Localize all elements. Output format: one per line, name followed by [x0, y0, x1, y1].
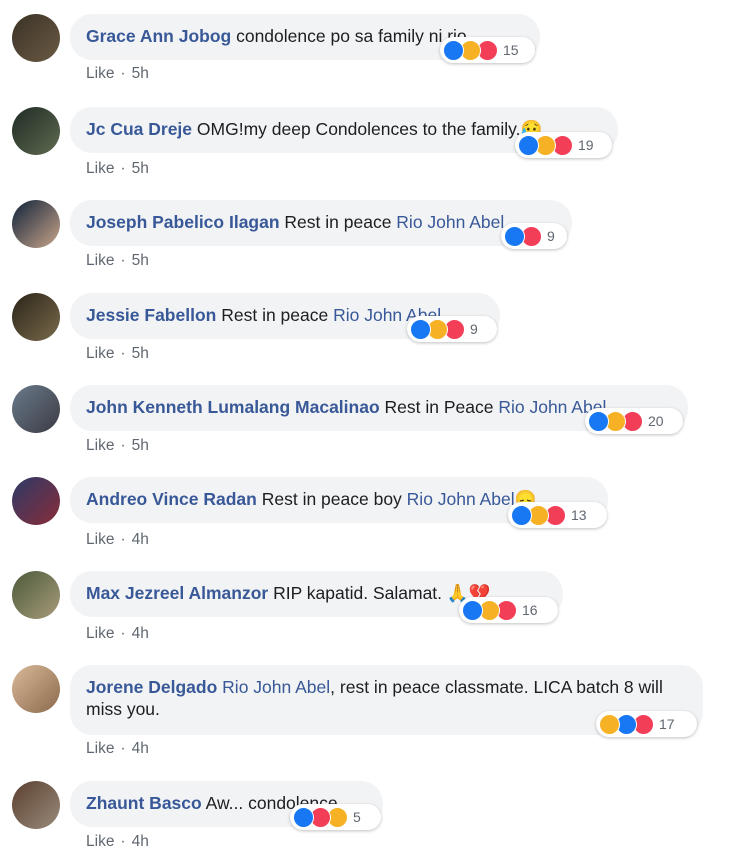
comment-actions: Like · 5h	[86, 345, 149, 363]
like-reaction-icon	[504, 225, 525, 247]
reactions-summary[interactable]: 20	[585, 408, 683, 434]
avatar[interactable]	[12, 477, 60, 525]
reactions-summary[interactable]: 19	[515, 132, 612, 158]
like-reaction-icon	[293, 806, 314, 828]
comment-timestamp[interactable]: 5h	[132, 65, 149, 82]
like-button[interactable]: Like	[86, 252, 114, 269]
comment-timestamp[interactable]: 5h	[132, 160, 149, 177]
like-button[interactable]: Like	[86, 531, 114, 548]
reaction-count: 9	[547, 228, 555, 244]
comment-author-link[interactable]: Andreo Vince Radan	[86, 489, 257, 509]
like-reaction-icon	[518, 134, 539, 156]
reaction-count: 19	[578, 137, 594, 153]
comment-timestamp[interactable]: 5h	[132, 437, 149, 454]
like-button[interactable]: Like	[86, 833, 114, 850]
comment-author-link[interactable]: Jessie Fabellon	[86, 305, 216, 325]
comment-actions: Like · 5h	[86, 65, 149, 83]
reactions-summary[interactable]: 16	[459, 597, 558, 623]
comment-timestamp[interactable]: 4h	[132, 740, 149, 757]
comment-author-link[interactable]: Zhaunt Basco	[86, 793, 202, 813]
like-button[interactable]: Like	[86, 437, 114, 454]
separator-dot: ·	[120, 252, 126, 269]
reaction-count: 5	[353, 809, 361, 825]
reaction-count: 16	[522, 602, 538, 618]
avatar[interactable]	[12, 107, 60, 155]
sad-reaction-icon	[599, 713, 620, 735]
reactions-summary[interactable]: 5	[290, 804, 381, 830]
like-reaction-icon	[410, 318, 431, 340]
separator-dot: ·	[120, 345, 126, 362]
avatar[interactable]	[12, 14, 60, 62]
comment-author-link[interactable]: John Kenneth Lumalang Macalinao	[86, 397, 380, 417]
like-button[interactable]: Like	[86, 625, 114, 642]
comment-timestamp[interactable]: 4h	[132, 833, 149, 850]
like-button[interactable]: Like	[86, 65, 114, 82]
reactions-summary[interactable]: 9	[501, 223, 567, 249]
comment-timestamp[interactable]: 5h	[132, 252, 149, 269]
like-reaction-icon	[511, 504, 532, 526]
comment-timestamp[interactable]: 5h	[132, 345, 149, 362]
separator-dot: ·	[120, 65, 126, 82]
comment-text: Rest in peace	[284, 212, 397, 232]
separator-dot: ·	[120, 625, 126, 642]
comment-actions: Like · 5h	[86, 252, 149, 270]
comment-timestamp[interactable]: 4h	[132, 531, 149, 548]
comment-text: Rest in peace boy	[261, 489, 407, 509]
comment-bubble: Joseph Pabelico Ilagan Rest in peace Rio…	[70, 200, 572, 246]
comment-timestamp[interactable]: 4h	[132, 625, 149, 642]
comment-text: Rest in Peace	[384, 397, 499, 417]
comment-text: Rest in peace	[221, 305, 334, 325]
reaction-count: 20	[648, 413, 664, 429]
comment-actions: Like · 4h	[86, 740, 149, 758]
comment-text: OMG!my deep Condolences to the family.😥	[196, 119, 543, 139]
comment-text: condolence po sa family ni rio..	[236, 26, 477, 46]
like-reaction-icon	[588, 410, 609, 432]
separator-dot: ·	[120, 531, 126, 548]
reaction-count: 17	[659, 716, 675, 732]
reactions-summary[interactable]: 17	[596, 711, 697, 737]
comment-actions: Like · 4h	[86, 833, 149, 851]
comment-actions: Like · 4h	[86, 625, 149, 643]
like-button[interactable]: Like	[86, 160, 114, 177]
avatar[interactable]	[12, 665, 60, 713]
comment-actions: Like · 5h	[86, 160, 149, 178]
like-button[interactable]: Like	[86, 740, 114, 757]
reaction-count: 13	[571, 507, 587, 523]
avatar[interactable]	[12, 293, 60, 341]
mention-link[interactable]: Rio John Abel	[407, 489, 515, 509]
reactions-summary[interactable]: 15	[440, 37, 535, 63]
reaction-count: 15	[503, 42, 519, 58]
separator-dot: ·	[120, 833, 126, 850]
comment-actions: Like · 4h	[86, 531, 149, 549]
separator-dot: ·	[120, 437, 126, 454]
avatar[interactable]	[12, 200, 60, 248]
comment-author-link[interactable]: Max Jezreel Almanzor	[86, 583, 268, 603]
reactions-summary[interactable]: 9	[407, 316, 497, 342]
reaction-count: 9	[470, 321, 478, 337]
mention-link[interactable]: Rio John Abel	[396, 212, 504, 232]
comment-author-link[interactable]: Jorene Delgado	[86, 677, 217, 697]
avatar[interactable]	[12, 571, 60, 619]
separator-dot: ·	[120, 160, 126, 177]
comment-text: RIP kapatid. Salamat. 🙏💔	[273, 583, 491, 603]
comment-author-link[interactable]: Grace Ann Jobog	[86, 26, 231, 46]
mention-link[interactable]: Rio John Abel	[222, 677, 330, 697]
comment-actions: Like · 5h	[86, 437, 149, 455]
avatar[interactable]	[12, 385, 60, 433]
comment-author-link[interactable]: Jc Cua Dreje	[86, 119, 192, 139]
like-button[interactable]: Like	[86, 345, 114, 362]
like-reaction-icon	[462, 599, 483, 621]
separator-dot: ·	[120, 740, 126, 757]
avatar[interactable]	[12, 781, 60, 829]
like-reaction-icon	[443, 39, 464, 61]
reactions-summary[interactable]: 13	[508, 502, 607, 528]
comment-author-link[interactable]: Joseph Pabelico Ilagan	[86, 212, 280, 232]
